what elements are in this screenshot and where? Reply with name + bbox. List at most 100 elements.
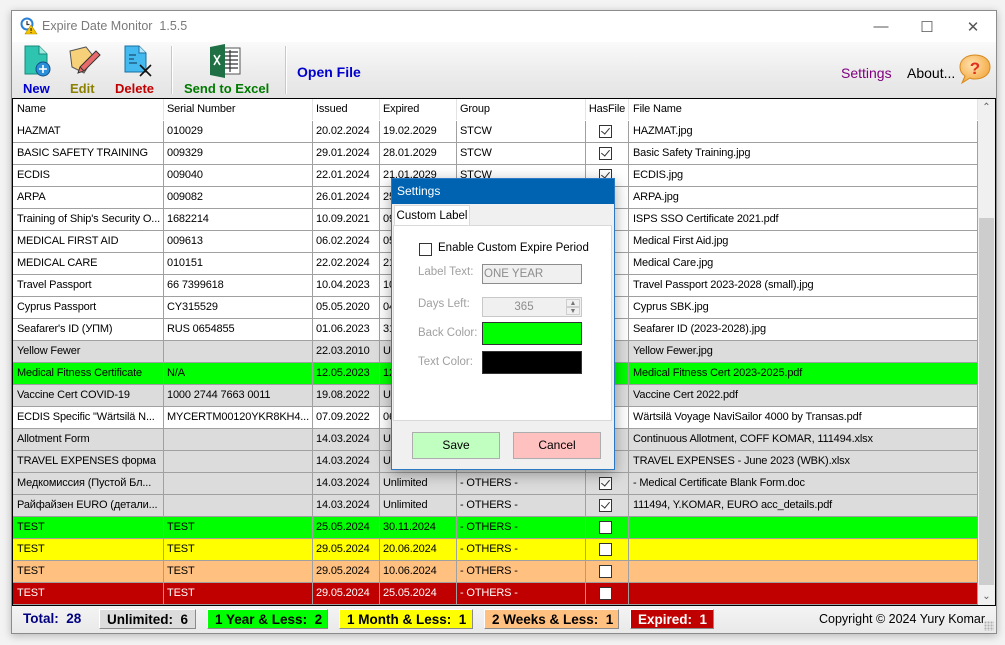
cell-file-name[interactable]: Wärtsilä Voyage NaviSailor 4000 by Trans…: [629, 407, 978, 429]
hasfile-checkbox-unchecked[interactable]: [599, 587, 612, 600]
save-button[interactable]: Save: [412, 432, 500, 459]
cell-has-file[interactable]: [586, 495, 629, 517]
column-header-name[interactable]: Name: [13, 99, 164, 120]
cell-issued[interactable]: 22.03.2010: [313, 341, 380, 363]
cell-serial[interactable]: TEST: [164, 517, 313, 539]
table-row[interactable]: TEST TEST 29.05.2024 25.05.2024- OTHERS -: [13, 583, 978, 605]
cell-issued[interactable]: 07.09.2022: [313, 407, 380, 429]
cell-issued[interactable]: 01.06.2023: [313, 319, 380, 341]
delete-button[interactable]: Delete: [112, 44, 170, 98]
resize-grip[interactable]: [984, 621, 994, 631]
cell-file-name[interactable]: Yellow Fewer.jpg: [629, 341, 978, 363]
tab-custom-label[interactable]: Custom Label: [394, 205, 470, 226]
text-color-swatch[interactable]: [482, 351, 582, 374]
badge-two-weeks[interactable]: 2 Weeks & Less: 1: [484, 609, 619, 629]
cell-expired[interactable]: 10.06.2024: [380, 561, 457, 583]
cell-has-file[interactable]: [586, 583, 629, 605]
cell-file-name[interactable]: HAZMAT.jpg: [629, 121, 978, 143]
hasfile-checkbox-checked[interactable]: [599, 147, 612, 160]
cell-name[interactable]: TEST: [13, 539, 164, 561]
title-bar[interactable]: Expire Date Monitor 1.5.5 — ☐ ✕: [12, 11, 996, 42]
cell-file-name[interactable]: 111494, Y.KOMAR, EURO acc_details.pdf: [629, 495, 978, 517]
cell-serial[interactable]: MYCERTM00120YKR8KH4...: [164, 407, 313, 429]
label-text-input[interactable]: ONE YEAR: [482, 264, 582, 284]
cell-file-name[interactable]: ECDIS.jpg: [629, 165, 978, 187]
cell-issued[interactable]: 12.05.2023: [313, 363, 380, 385]
cell-expired[interactable]: Unlimited: [380, 473, 457, 495]
cell-issued[interactable]: 29.05.2024: [313, 539, 380, 561]
cell-issued[interactable]: 22.02.2024: [313, 253, 380, 275]
help-question-icon[interactable]: ?: [958, 53, 992, 85]
cell-group[interactable]: - OTHERS -: [457, 539, 586, 561]
cell-file-name[interactable]: [629, 561, 978, 583]
cell-file-name[interactable]: Continuous Allotment, COFF KOMAR, 111494…: [629, 429, 978, 451]
hasfile-checkbox-checked[interactable]: [599, 477, 612, 490]
cell-issued[interactable]: 14.03.2024: [313, 451, 380, 473]
column-header-serial[interactable]: Serial Number: [164, 99, 313, 120]
edit-button[interactable]: Edit: [65, 44, 109, 98]
cell-serial[interactable]: [164, 451, 313, 473]
column-header-file-name[interactable]: File Name: [629, 99, 978, 120]
cell-name[interactable]: TEST: [13, 583, 164, 605]
cell-file-name[interactable]: Basic Safety Training.jpg: [629, 143, 978, 165]
cell-name[interactable]: Training of Ship's Security O...: [13, 209, 164, 231]
badge-one-month[interactable]: 1 Month & Less: 1: [339, 609, 473, 629]
cell-has-file[interactable]: [586, 121, 629, 143]
cell-file-name[interactable]: ARPA.jpg: [629, 187, 978, 209]
cell-issued[interactable]: 19.08.2022: [313, 385, 380, 407]
cell-file-name[interactable]: Medical First Aid.jpg: [629, 231, 978, 253]
minimize-button[interactable]: —: [858, 11, 904, 42]
cell-name[interactable]: MEDICAL FIRST AID: [13, 231, 164, 253]
badge-one-year[interactable]: 1 Year & Less: 2: [207, 609, 328, 629]
cell-group[interactable]: STCW: [457, 121, 586, 143]
scroll-down-arrow[interactable]: ⌄: [978, 588, 995, 605]
cell-name[interactable]: Yellow Fewer: [13, 341, 164, 363]
maximize-button[interactable]: ☐: [904, 11, 950, 42]
table-row[interactable]: Райфайзен EURO (детали... 14.03.2024 Unlim…: [13, 495, 978, 517]
cell-file-name[interactable]: Cyprus SBK.jpg: [629, 297, 978, 319]
open-file-link[interactable]: Open File: [297, 64, 361, 80]
column-header-group[interactable]: Group: [457, 99, 586, 120]
scroll-up-arrow[interactable]: ⌃: [978, 99, 995, 116]
cell-file-name[interactable]: ISPS SSO Certificate 2021.pdf: [629, 209, 978, 231]
cell-serial[interactable]: 009040: [164, 165, 313, 187]
cell-group[interactable]: - OTHERS -: [457, 473, 586, 495]
vertical-scrollbar[interactable]: ⌃ ⌄: [978, 99, 995, 605]
new-button[interactable]: New: [18, 44, 62, 98]
cell-issued[interactable]: 14.03.2024: [313, 429, 380, 451]
cell-expired[interactable]: 28.01.2029: [380, 143, 457, 165]
cell-name[interactable]: ECDIS: [13, 165, 164, 187]
hasfile-checkbox-checked[interactable]: [599, 125, 612, 138]
cell-expired[interactable]: 25.05.2024: [380, 583, 457, 605]
cell-serial[interactable]: 009613: [164, 231, 313, 253]
cell-name[interactable]: Медкомиссия (Пустой Бл...: [13, 473, 164, 495]
badge-expired[interactable]: Expired: 1: [630, 609, 714, 629]
cell-file-name[interactable]: Medical Care.jpg: [629, 253, 978, 275]
cell-name[interactable]: MEDICAL CARE: [13, 253, 164, 275]
table-row[interactable]: TEST TEST 29.05.2024 10.06.2024- OTHERS -: [13, 561, 978, 583]
cell-group[interactable]: - OTHERS -: [457, 561, 586, 583]
spin-up-icon[interactable]: ▲: [566, 299, 580, 307]
cell-has-file[interactable]: [586, 143, 629, 165]
cell-file-name[interactable]: TRAVEL EXPENSES - June 2023 (WBK).xlsx: [629, 451, 978, 473]
cell-serial[interactable]: 66 7399618: [164, 275, 313, 297]
cell-serial[interactable]: 009329: [164, 143, 313, 165]
cell-serial[interactable]: 1000 2744 7663 0011: [164, 385, 313, 407]
cell-serial[interactable]: 1682214: [164, 209, 313, 231]
cell-serial[interactable]: RUS 0654855: [164, 319, 313, 341]
column-header-has-file[interactable]: HasFile: [586, 99, 629, 120]
cell-name[interactable]: Travel Passport: [13, 275, 164, 297]
cell-issued[interactable]: 22.01.2024: [313, 165, 380, 187]
cell-file-name[interactable]: [629, 517, 978, 539]
cell-has-file[interactable]: [586, 561, 629, 583]
hasfile-checkbox-checked[interactable]: [599, 499, 612, 512]
cell-issued[interactable]: 05.05.2020: [313, 297, 380, 319]
cancel-button[interactable]: Cancel: [513, 432, 601, 459]
cell-expired[interactable]: Unlimited: [380, 495, 457, 517]
cell-serial[interactable]: TEST: [164, 561, 313, 583]
back-color-swatch[interactable]: [482, 322, 582, 345]
table-row[interactable]: TEST TEST 29.05.2024 20.06.2024- OTHERS -: [13, 539, 978, 561]
cell-serial[interactable]: 010151: [164, 253, 313, 275]
cell-issued[interactable]: 14.03.2024: [313, 473, 380, 495]
badge-unlimited[interactable]: Unlimited: 6: [99, 609, 196, 629]
